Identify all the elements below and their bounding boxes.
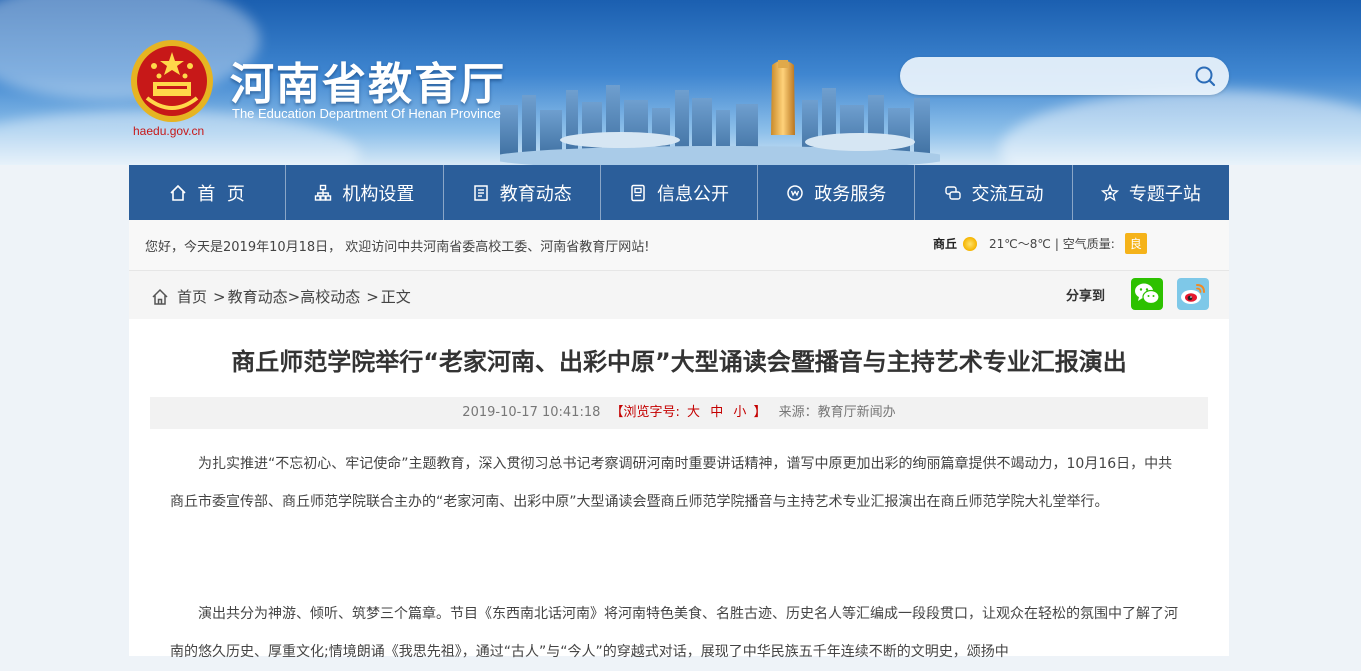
font-size-medium-button[interactable]: 中	[710, 405, 723, 420]
wechat-share-icon[interactable]	[1131, 278, 1163, 310]
nav-item-service[interactable]: 政务服务	[758, 165, 916, 220]
article-datetime: 2019-10-17 10:41:18	[462, 405, 601, 420]
breadcrumb-separator: >	[213, 287, 226, 306]
interact-icon	[944, 185, 961, 200]
main-nav: 首 页 机构设置 教育动态 信息公开 政务服务 交流互动 专题子站	[129, 165, 1229, 220]
search-icon[interactable]	[1193, 64, 1217, 88]
topic-icon	[1100, 183, 1119, 201]
nav-item-info[interactable]: 信息公开	[601, 165, 759, 220]
article-source: 来源：教育厅新闻办	[778, 405, 896, 420]
site-header: haedu.gov.cn 河南省教育厅 The Education Depart…	[0, 0, 1361, 165]
cloud-decoration	[1000, 90, 1361, 165]
breadcrumb: 首页 > 教育动态 > 高校动态 > 正文	[151, 286, 411, 307]
nav-item-label: 首 页	[197, 183, 245, 205]
article-title: 商丘师范学院举行“老家河南、出彩中原”大型诵读会暨播音与主持艺术专业汇报演出	[231, 348, 1127, 376]
share-bar: 分享到	[1066, 278, 1209, 310]
breadcrumb-separator: >	[366, 287, 379, 306]
font-size-label: 【浏览字号:	[610, 405, 680, 420]
home-icon	[170, 184, 186, 201]
weibo-icon	[1181, 284, 1205, 304]
nav-item-label: 交流互动	[971, 183, 1044, 205]
aqi-label: | 空气质量:	[1054, 237, 1115, 251]
aqi-badge: 良	[1124, 233, 1147, 254]
nav-item-label: 信息公开	[656, 183, 729, 205]
breadcrumb-bar: 首页 > 教育动态 > 高校动态 > 正文 分享到	[129, 271, 1229, 319]
breadcrumb-home-link[interactable]: 首页	[177, 286, 207, 307]
nav-item-label: 教育动态	[499, 183, 572, 205]
news-icon	[473, 184, 488, 201]
weather-temp: 21℃～8℃	[989, 237, 1051, 251]
font-size-end: 】	[753, 405, 767, 420]
search-box	[900, 57, 1229, 95]
breadcrumb-link-university-news[interactable]: 高校动态	[300, 286, 360, 307]
content-panel: 您好，今天是2019年10月18日， 欢迎访问中共河南省委高校工委、河南省教育厅…	[129, 220, 1229, 660]
nav-item-org[interactable]: 机构设置	[286, 165, 444, 220]
nav-item-label: 专题子站	[1128, 183, 1201, 205]
article-paragraph: 演出共分为神游、倾听、筑梦三个篇章。节目《东西南北话河南》将河南特色美食、名胜古…	[170, 606, 1178, 660]
org-icon	[315, 184, 332, 201]
sun-icon	[963, 236, 978, 251]
weather-widget: 商丘 21℃～8℃ | 空气质量: 良	[933, 233, 1147, 254]
weather-city: 商丘	[933, 237, 958, 251]
breadcrumb-current: 正文	[380, 288, 411, 306]
breadcrumb-separator: >	[287, 287, 301, 306]
site-title: 河南省教育厅	[230, 59, 506, 110]
nav-item-news[interactable]: 教育动态	[444, 165, 601, 220]
share-label: 分享到	[1065, 288, 1105, 304]
font-size-large-button[interactable]: 大	[687, 405, 700, 420]
nav-item-label: 机构设置	[342, 183, 415, 205]
breadcrumb-link-news[interactable]: 教育动态	[228, 286, 288, 307]
nav-item-label: 政务服务	[814, 183, 887, 205]
city-skyline-image	[500, 60, 940, 165]
nav-item-topic[interactable]: 专题子站	[1073, 165, 1229, 220]
search-input[interactable]	[916, 63, 1190, 91]
info-icon	[631, 184, 645, 201]
font-size-control: 【浏览字号: 大 中 小 】	[611, 405, 771, 420]
article-paragraph: 为扎实推进“不忘初心、牢记使命”主题教育，深入贯彻习总书记考察调研河南时重要讲话…	[170, 456, 1173, 510]
home-icon	[152, 288, 168, 305]
nav-item-interact[interactable]: 交流互动	[915, 165, 1073, 220]
nav-item-home[interactable]: 首 页	[129, 165, 287, 220]
weibo-share-icon[interactable]	[1177, 278, 1209, 310]
article-meta: 2019-10-17 10:41:18 【浏览字号: 大 中 小 】 来源：教育…	[150, 397, 1208, 429]
service-icon	[787, 184, 804, 201]
site-domain: haedu.gov.cn	[133, 124, 205, 138]
welcome-text: 您好，今天是2019年10月18日， 欢迎访问中共河南省委高校工委、河南省教育厅…	[145, 240, 650, 255]
national-emblem-icon	[131, 40, 213, 122]
site-subtitle: The Education Department Of Henan Provin…	[232, 106, 501, 121]
wechat-icon	[1135, 283, 1160, 305]
info-bar: 您好，今天是2019年10月18日， 欢迎访问中共河南省委高校工委、河南省教育厅…	[129, 220, 1229, 271]
font-size-small-button[interactable]: 小	[733, 405, 746, 420]
